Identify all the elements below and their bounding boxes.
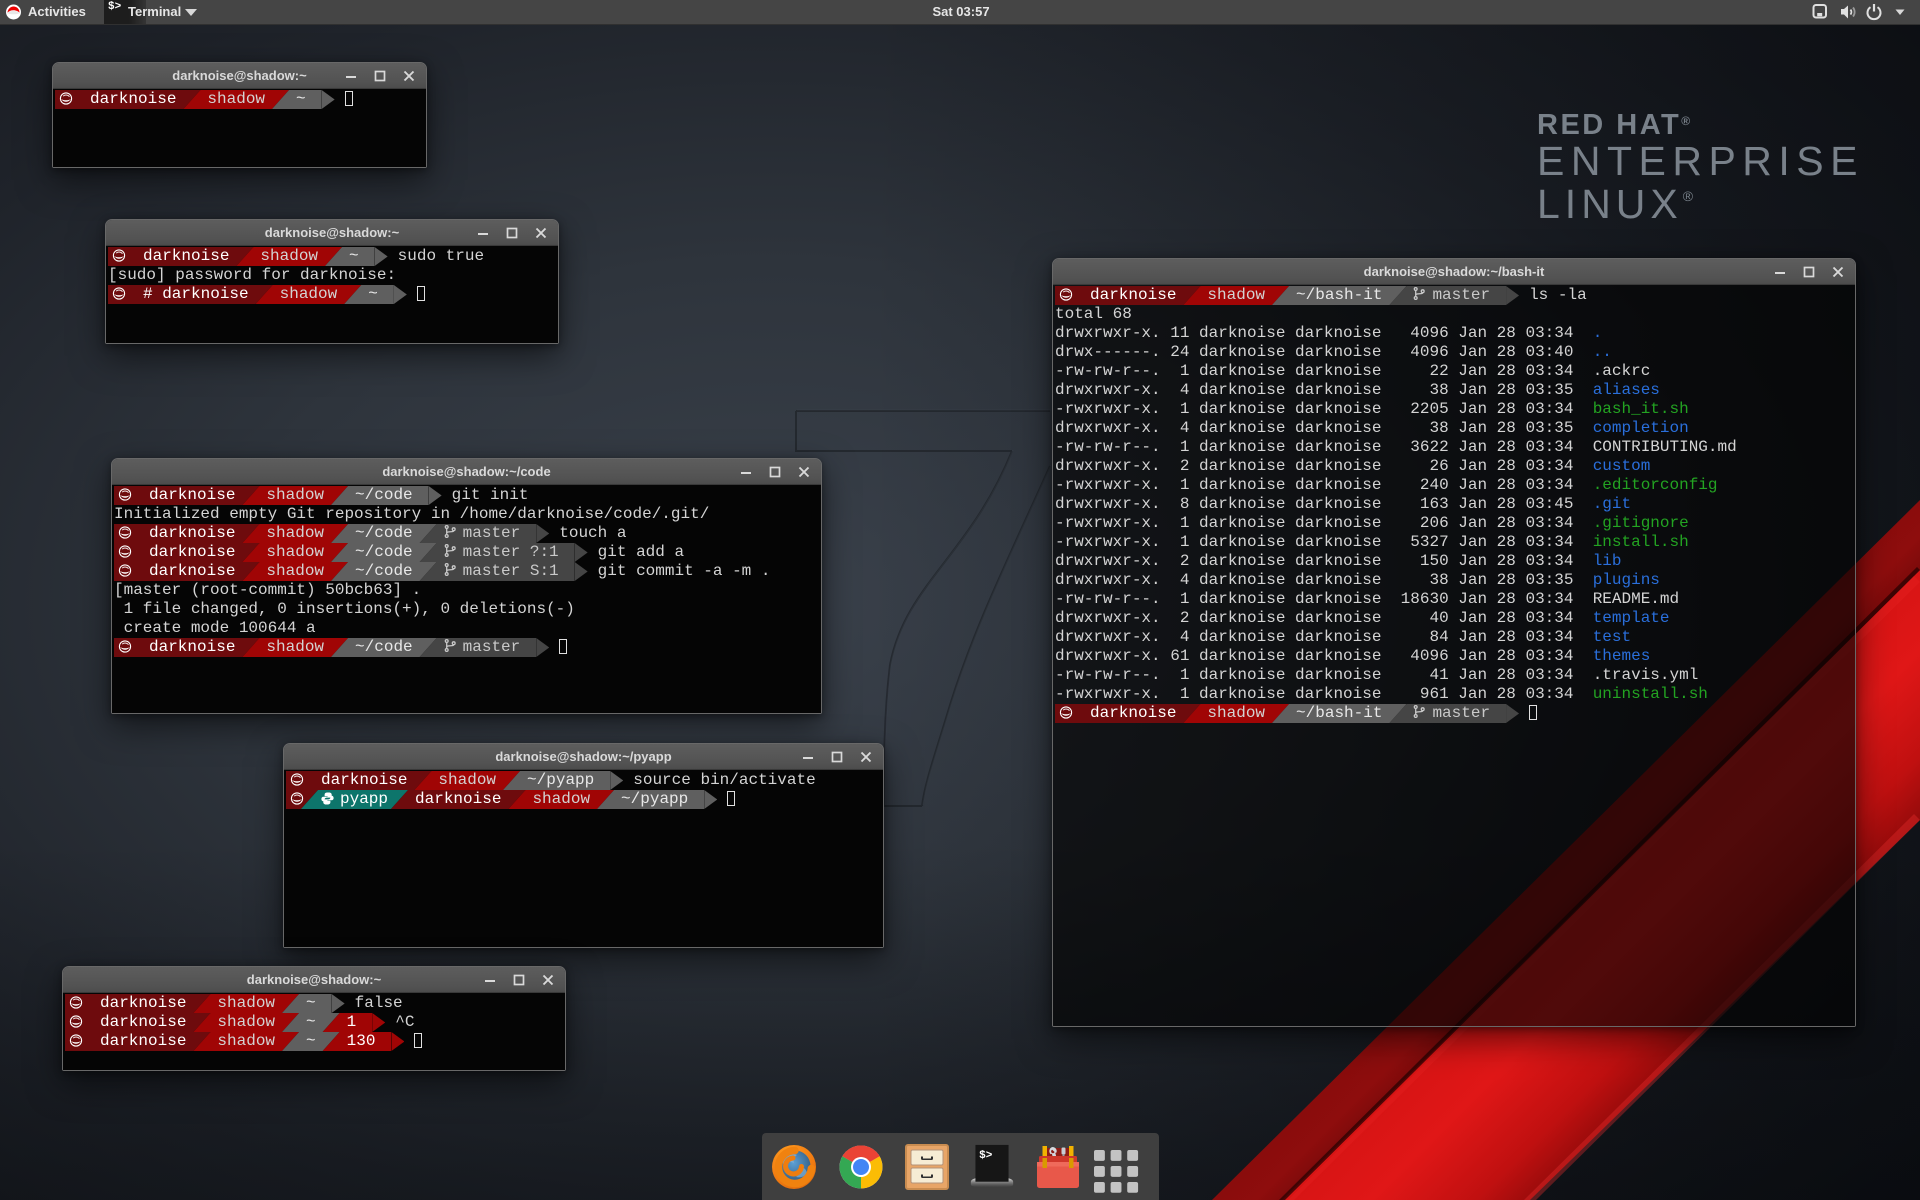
svg-text:$>: $> (979, 1150, 993, 1162)
